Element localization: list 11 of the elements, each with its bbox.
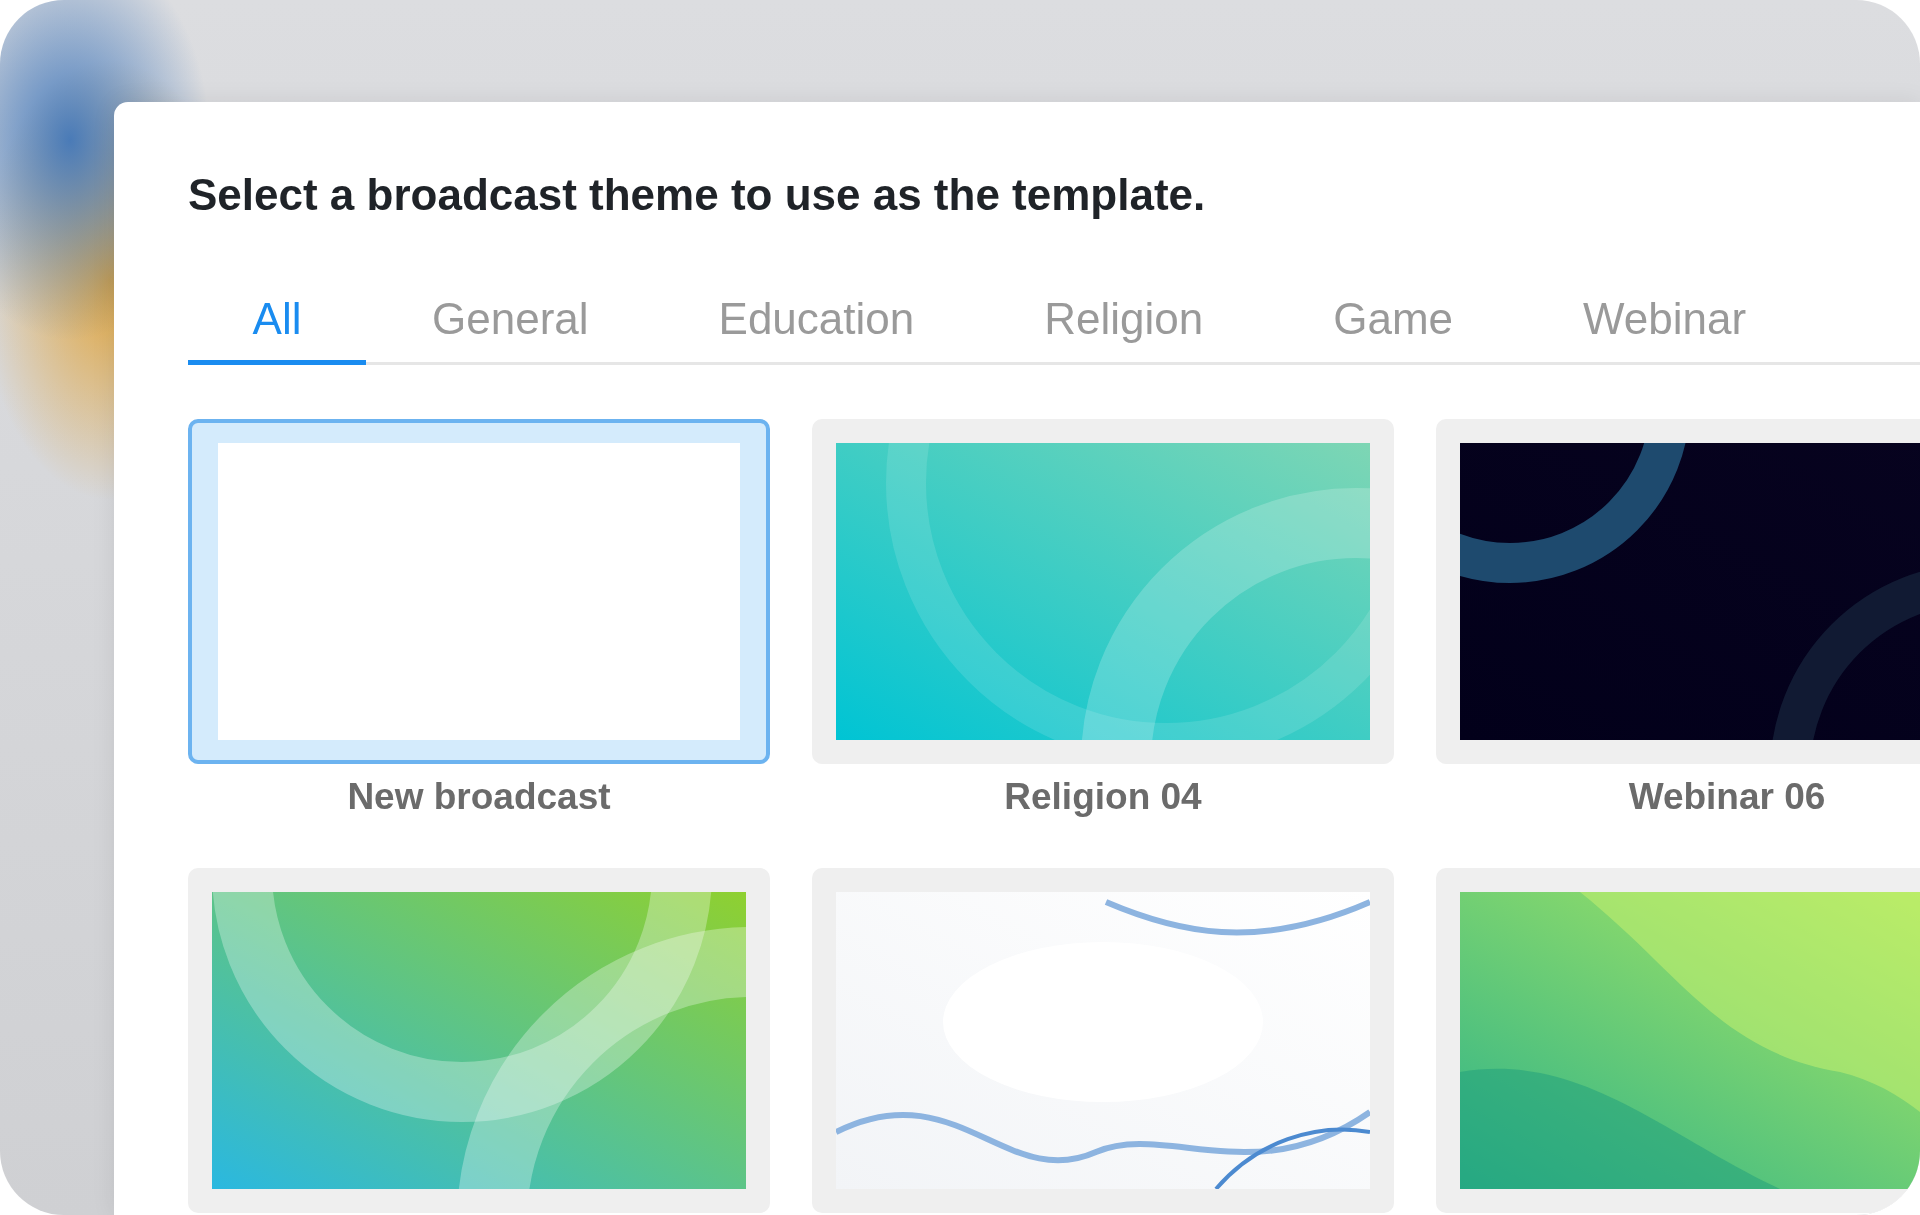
category-tab[interactable]: Religion xyxy=(1044,276,1204,365)
dialog-title: Select a broadcast theme to use as the template. xyxy=(188,170,1207,220)
theme-label: Religion 04 xyxy=(1004,776,1202,818)
category-tab[interactable]: Webinar xyxy=(1583,276,1747,365)
category-tab[interactable]: All xyxy=(188,276,366,365)
category-tab[interactable]: Education xyxy=(718,276,915,365)
theme-card[interactable] xyxy=(1436,419,1920,764)
category-tab[interactable]: Game xyxy=(1333,276,1454,365)
theme-label: New broadcast xyxy=(347,776,611,818)
theme-label: Webinar 06 xyxy=(1628,776,1826,818)
category-tab[interactable]: General xyxy=(432,276,589,365)
